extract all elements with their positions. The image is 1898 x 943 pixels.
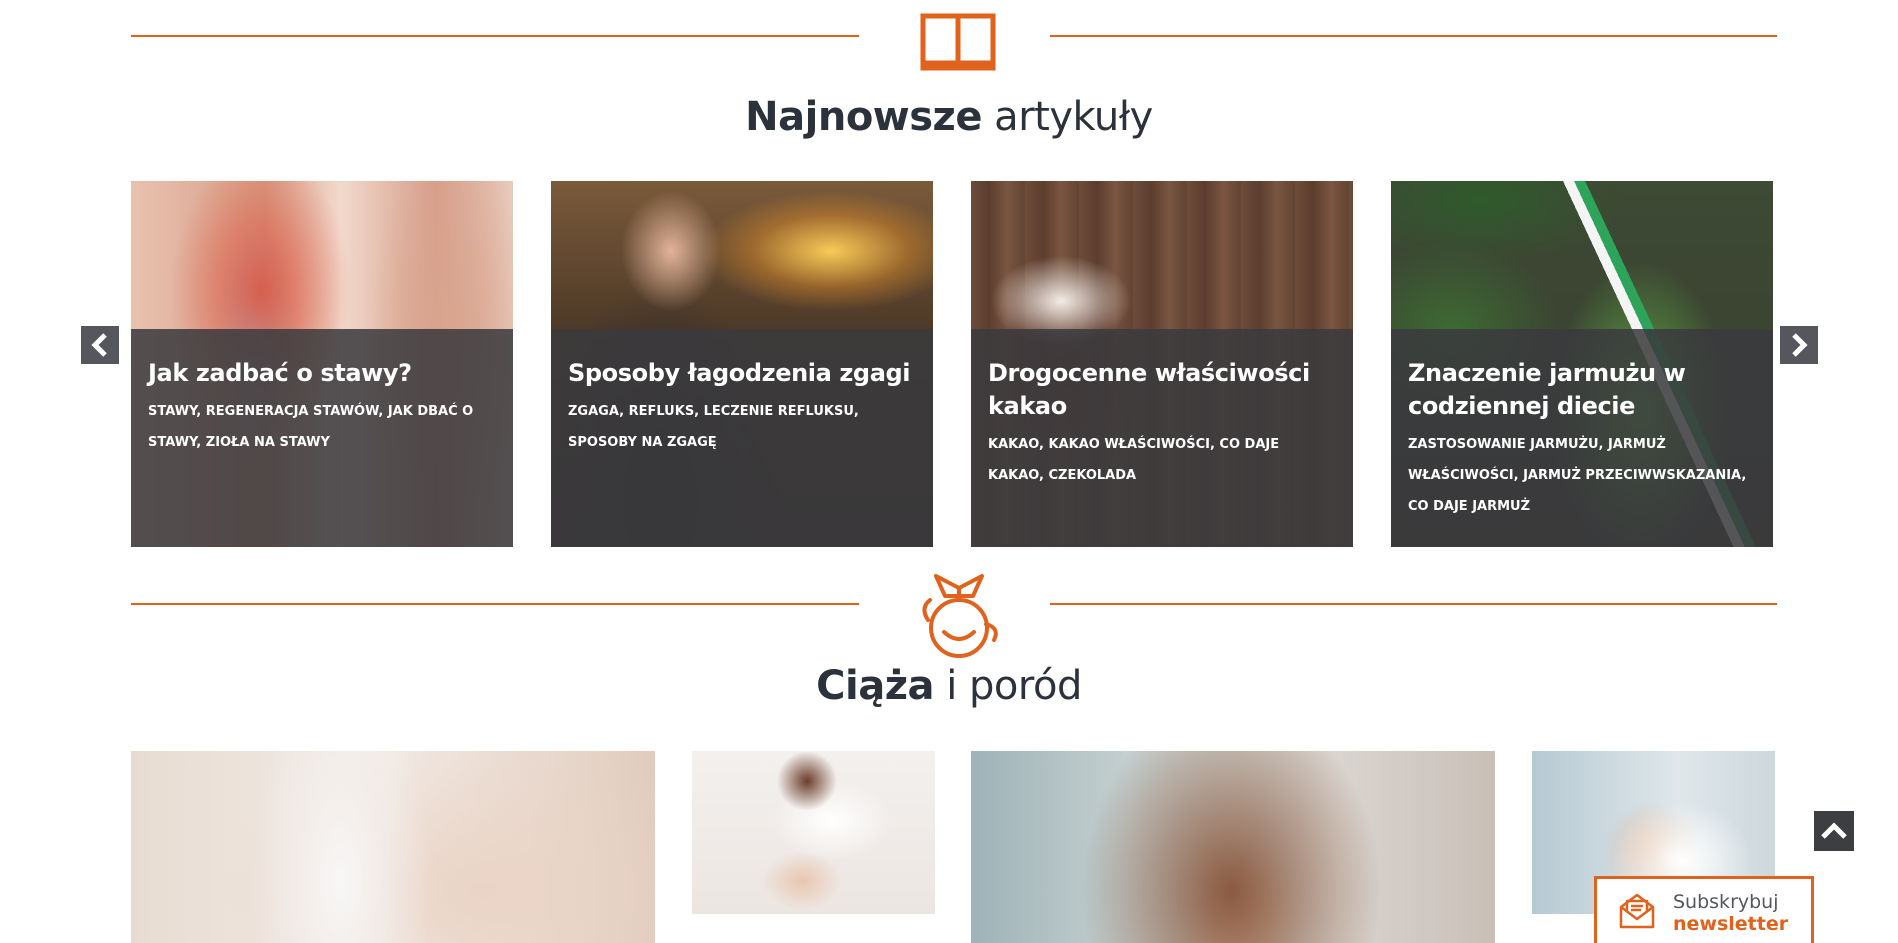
card-title[interactable]: Drogocenne właściwości kakao xyxy=(988,357,1337,423)
card-tags: kakao, kakao właściwości, co daje kakao,… xyxy=(988,437,1280,483)
article-card[interactable]: Jak zadbać o stawy? stawy, regeneracja s… xyxy=(131,181,513,547)
pregnancy-title: Ciąża i poród xyxy=(0,663,1898,709)
divider-left xyxy=(131,603,859,605)
card-tags: stawy, regeneracja stawów, jak dbać o st… xyxy=(148,404,474,450)
latest-title-light: artykuły xyxy=(981,94,1153,140)
latest-title-bold: Najnowsze xyxy=(745,94,982,140)
card-title[interactable]: Jak zadbać o stawy? xyxy=(148,357,497,390)
pregnancy-title-bold: Ciąża xyxy=(816,663,934,709)
latest-articles-title: Najnowsze artykuły xyxy=(0,94,1898,140)
card-caption: Drogocenne właściwości kakao kakao, kaka… xyxy=(971,329,1353,547)
envelope-letter-icon xyxy=(1619,893,1655,929)
article-card[interactable]: Drogocenne właściwości kakao kakao, kaka… xyxy=(971,181,1353,547)
stork-baby-icon xyxy=(916,572,1006,662)
card-tags: zastosowanie jarmużu, jarmuż właściwości… xyxy=(1408,437,1747,514)
article-card[interactable]: Sposoby łagodzenia zgagi zgaga, refluks,… xyxy=(551,181,933,547)
card-title[interactable]: Sposoby łagodzenia zgagi xyxy=(568,357,917,390)
pregnancy-title-light: i poród xyxy=(934,663,1082,709)
chevron-right-icon xyxy=(1792,333,1808,357)
divider-right xyxy=(1050,603,1777,605)
card-caption: Jak zadbać o stawy? stawy, regeneracja s… xyxy=(131,329,513,547)
open-book-icon xyxy=(920,13,996,71)
scroll-to-top-button[interactable] xyxy=(1814,811,1854,851)
divider-right xyxy=(1050,35,1777,37)
article-tile-mother-baby[interactable] xyxy=(692,751,935,914)
card-caption: Sposoby łagodzenia zgagi zgaga, refluks,… xyxy=(551,329,933,547)
newsletter-line2: newsletter xyxy=(1673,913,1789,935)
newsletter-line1: Subskrybuj xyxy=(1673,891,1779,913)
article-tile-tired-woman[interactable] xyxy=(971,751,1495,943)
carousel-next-button[interactable] xyxy=(1780,326,1818,364)
article-tile-breastfeeding[interactable] xyxy=(131,751,655,943)
carousel-prev-button[interactable] xyxy=(81,326,119,364)
card-caption: Znaczenie jarmużu w codziennej diecie za… xyxy=(1391,329,1773,547)
divider-left xyxy=(131,35,859,37)
card-tags: zgaga, refluks, leczenie refluksu, sposo… xyxy=(568,404,859,450)
article-card[interactable]: Znaczenie jarmużu w codziennej diecie za… xyxy=(1391,181,1773,547)
card-title[interactable]: Znaczenie jarmużu w codziennej diecie xyxy=(1408,357,1757,423)
newsletter-subscribe-button[interactable]: Subskrybuj newsletter xyxy=(1594,876,1814,943)
chevron-up-icon xyxy=(1821,822,1847,839)
chevron-left-icon xyxy=(91,333,107,357)
